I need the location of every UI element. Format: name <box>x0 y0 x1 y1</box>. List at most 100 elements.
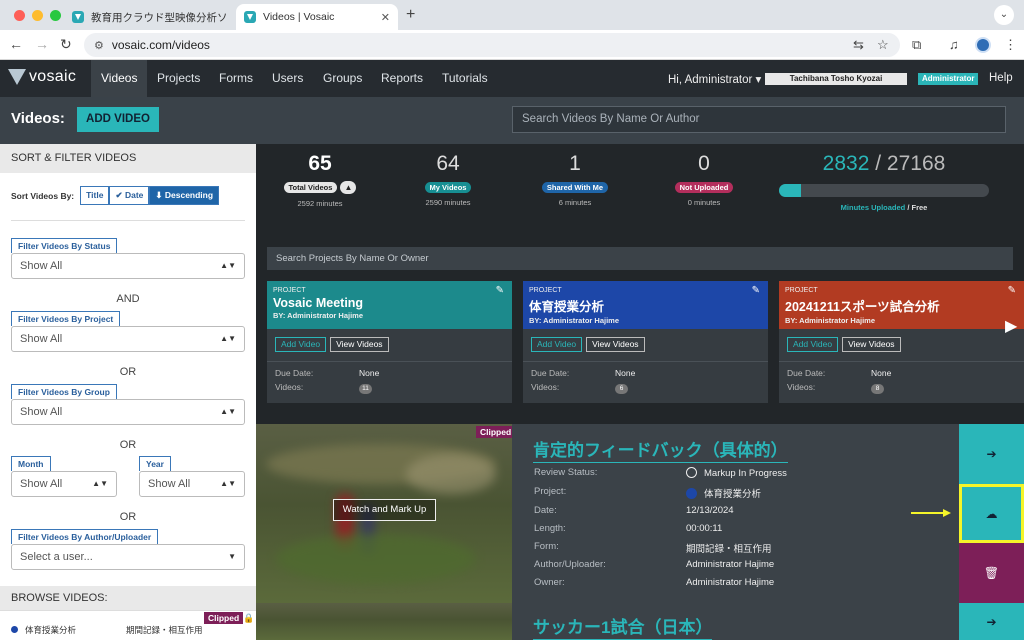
stat-sub: 2590 minutes <box>425 198 471 207</box>
project-card-header[interactable]: PROJECT Vosaic Meeting BY: Administrator… <box>267 281 512 329</box>
videos-count-badge: 6 <box>615 384 628 394</box>
window-controls <box>14 10 61 21</box>
site-info-icon[interactable]: ⚙ <box>94 39 104 52</box>
project-card: PROJECT Vosaic Meeting BY: Administrator… <box>267 281 512 403</box>
nav-help[interactable]: Help <box>989 72 1013 84</box>
browse-list-item[interactable]: 体育授業分析 期間記録・相互作用 Clipped 🔒 <box>0 610 256 640</box>
reload-icon[interactable]: ↻ <box>60 36 72 53</box>
group-filter-select[interactable]: Show All ▲▼ <box>11 399 245 425</box>
sort-date-button[interactable]: ✔ Date <box>109 186 150 205</box>
stat-shared[interactable]: 1 Shared With Me 6 minutes <box>525 152 625 207</box>
edit-pencil-icon[interactable]: ✎ <box>1008 285 1016 296</box>
nav-groups[interactable]: Groups <box>313 60 372 97</box>
video-search-input[interactable]: Search Videos By Name Or Author <box>512 106 1006 133</box>
maximize-window-button[interactable] <box>50 10 61 21</box>
project-search-input[interactable]: Search Projects By Name Or Owner <box>267 247 1013 270</box>
stat-my-videos[interactable]: 64 My Videos 2590 minutes <box>398 152 498 207</box>
month-filter-value: Show All <box>20 478 63 490</box>
profile-avatar[interactable] <box>975 37 991 53</box>
video-title[interactable]: サッカー1試合（日本） <box>533 613 713 640</box>
tab-title: Videos | Vosaic <box>263 11 335 23</box>
due-date-label: Due Date: <box>787 368 826 378</box>
tab-search-icon[interactable]: ⌄ <box>994 5 1014 25</box>
nav-videos[interactable]: Videos <box>91 60 148 97</box>
view-videos-button[interactable]: View Videos <box>586 337 645 352</box>
form-label: Form: <box>534 541 559 552</box>
address-bar[interactable]: ⚙ vosaic.com/videos <box>84 33 900 57</box>
sort-descending-button[interactable]: ⬇ Descending <box>149 186 220 205</box>
tab-vosaic-jp[interactable]: 教育用クラウド型映像分析ソフト <box>64 4 234 30</box>
project-filter-value: Show All <box>20 333 63 345</box>
translate-icon[interactable]: ⇆ <box>853 37 864 53</box>
share-video-button[interactable]: ☁ <box>959 484 1024 543</box>
browser-toolbar: ← → ↻ ⚙ vosaic.com/videos ⇆ ☆ ⧉ ♫ ⋮ <box>0 30 1024 60</box>
main-content: 65 Total Videos ▲ 2592 minutes 64 My Vid… <box>256 144 1024 640</box>
extensions-icon[interactable]: ⧉ <box>912 37 921 53</box>
divider <box>779 361 1024 362</box>
back-icon[interactable]: ← <box>9 36 23 52</box>
minimize-window-button[interactable] <box>32 10 43 21</box>
date-row: Date: 12/13/2024 <box>534 505 734 516</box>
video-thumbnail[interactable] <box>256 603 512 640</box>
author-filter-select[interactable]: Select a user... ▼ <box>11 544 245 570</box>
nav-users[interactable]: Users <box>262 60 313 97</box>
or-label: OR <box>119 439 137 451</box>
form-row: Form: 期間記録・相互作用 <box>534 541 772 555</box>
add-video-button[interactable]: ADD VIDEO <box>77 107 159 132</box>
open-video-button[interactable]: ➔ <box>959 603 1024 640</box>
project-card-header[interactable]: PROJECT 体育授業分析 BY: Administrator Hajime … <box>523 281 768 329</box>
nav-reports[interactable]: Reports <box>371 60 433 97</box>
status-filter-select[interactable]: Show All ▲▼ <box>11 253 245 279</box>
new-tab-icon[interactable]: + <box>406 6 415 24</box>
forward-icon[interactable]: → <box>35 36 49 52</box>
vosaic-logo[interactable]: vosaic <box>8 68 76 86</box>
delete-video-button[interactable]: 🗑 <box>959 543 1024 603</box>
bookmark-star-icon[interactable]: ☆ <box>877 37 889 53</box>
project-row: Project: 体育授業分析 <box>534 486 761 500</box>
date-label: Date: <box>534 505 557 516</box>
view-videos-button[interactable]: View Videos <box>842 337 901 352</box>
status-filter-label: Filter Videos By Status <box>11 238 118 253</box>
project-kicker: PROJECT <box>785 287 818 294</box>
project-card-header[interactable]: PROJECT 20241211スポーツ試合分析 BY: Administrat… <box>779 281 1024 329</box>
due-date-label: Due Date: <box>531 368 570 378</box>
video-thumbnail[interactable]: Watch and Mark Up Clipped <box>256 424 512 603</box>
month-filter-select[interactable]: Show All ▲▼ <box>11 471 117 497</box>
clipped-badge: Clipped <box>476 426 512 438</box>
sort-label: Sort Videos By: <box>11 190 75 201</box>
carousel-next-icon[interactable]: ▶ <box>1005 316 1017 336</box>
tab-videos[interactable]: Videos | Vosaic ✕ <box>236 4 398 30</box>
add-video-to-project-button[interactable]: Add Video <box>275 337 327 352</box>
updown-icon: ▲▼ <box>92 479 108 488</box>
user-menu[interactable]: Hi, Administrator ▾ <box>668 72 761 86</box>
close-window-button[interactable] <box>14 10 25 21</box>
due-date-value: None <box>615 368 636 378</box>
nav-tutorials[interactable]: Tutorials <box>432 60 498 97</box>
minutes-progress-bar <box>779 184 989 197</box>
uploaded-label: Minutes Uploaded <box>840 203 906 212</box>
open-video-button[interactable]: ➔ <box>959 424 1024 484</box>
edit-pencil-icon[interactable]: ✎ <box>752 285 760 296</box>
sort-title-button[interactable]: Title <box>80 186 110 205</box>
nav-projects[interactable]: Projects <box>147 60 210 97</box>
year-filter-select[interactable]: Show All ▲▼ <box>139 471 245 497</box>
owner-label: Owner: <box>534 577 565 588</box>
media-icon[interactable]: ♫ <box>949 37 959 52</box>
close-tab-icon[interactable]: ✕ <box>381 11 390 24</box>
nav-forms[interactable]: Forms <box>209 60 263 97</box>
stat-total-videos[interactable]: 65 Total Videos ▲ 2592 minutes <box>270 152 370 208</box>
project-label: Project: <box>534 486 567 497</box>
stat-not-uploaded[interactable]: 0 Not Uploaded 0 minutes <box>654 152 754 207</box>
video-title[interactable]: 肯定的フィードバック（具体的） <box>533 436 788 463</box>
project-filter-select[interactable]: Show All ▲▼ <box>11 326 245 352</box>
add-video-to-project-button[interactable]: Add Video <box>531 337 583 352</box>
lock-icon: 🔒 <box>243 613 255 623</box>
or-label: OR <box>119 366 137 378</box>
view-videos-button[interactable]: View Videos <box>330 337 389 352</box>
watch-and-markup-button[interactable]: Watch and Mark Up <box>333 499 436 521</box>
menu-kebab-icon[interactable]: ⋮ <box>1004 37 1017 53</box>
edit-pencil-icon[interactable]: ✎ <box>496 285 504 296</box>
tab-title: 教育用クラウド型映像分析ソフト <box>91 11 226 24</box>
browse-form: 期間記録・相互作用 <box>126 625 203 635</box>
add-video-to-project-button[interactable]: Add Video <box>787 337 839 352</box>
